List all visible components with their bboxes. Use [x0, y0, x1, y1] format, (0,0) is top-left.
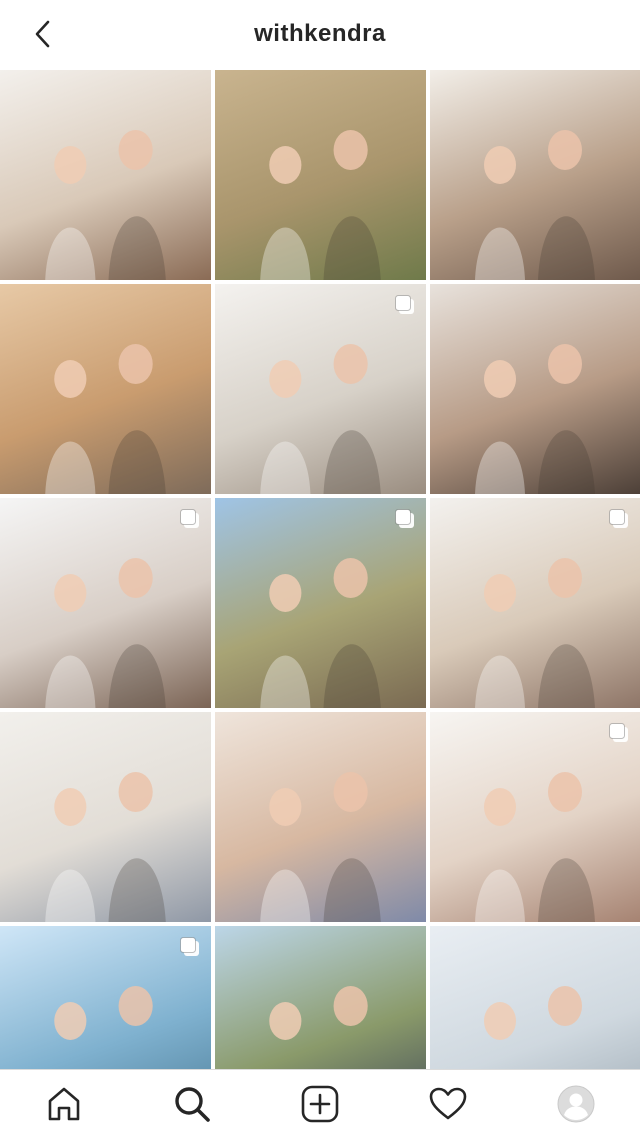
post-kitchen-counter[interactable] — [0, 498, 211, 708]
post-photo — [430, 70, 640, 280]
post-photo — [430, 284, 640, 494]
post-kids-sitting[interactable] — [430, 70, 640, 280]
app-header: withkendra — [0, 0, 640, 68]
profile-avatar-icon — [557, 1085, 595, 1123]
multiple-photos-icon — [394, 294, 416, 316]
page-title: withkendra — [254, 20, 386, 47]
post-couch-play[interactable] — [215, 284, 426, 494]
nav-home[interactable] — [32, 1072, 96, 1136]
post-photo — [0, 712, 211, 922]
post-photo — [215, 70, 426, 280]
post-family-desert[interactable] — [0, 284, 211, 494]
multiple-photos-icon — [608, 722, 630, 744]
post-hillside-run[interactable] — [215, 498, 426, 708]
post-vanity-girl[interactable] — [430, 712, 640, 922]
post-selfie-baby[interactable] — [430, 284, 640, 494]
post-baby-bed[interactable] — [0, 712, 211, 922]
post-photo — [0, 284, 211, 494]
multiple-photos-icon — [179, 508, 201, 530]
post-family-field[interactable] — [215, 70, 426, 280]
back-button[interactable] — [22, 14, 64, 54]
post-photo — [0, 70, 211, 280]
nav-profile[interactable] — [544, 1072, 608, 1136]
multiple-photos-icon — [608, 508, 630, 530]
post-grid — [0, 70, 640, 1136]
heart-icon — [429, 1087, 467, 1120]
search-icon — [175, 1087, 210, 1122]
chevron-left-icon — [35, 20, 50, 48]
multiple-photos-icon — [179, 936, 201, 958]
home-icon — [48, 1087, 80, 1121]
post-photo — [215, 712, 426, 922]
add-post-icon — [301, 1085, 339, 1123]
post-kitchen-family[interactable] — [430, 498, 640, 708]
nav-new-post[interactable] — [288, 1072, 352, 1136]
multiple-photos-icon — [394, 508, 416, 530]
bottom-nav — [0, 1069, 640, 1138]
nav-activity[interactable] — [416, 1072, 480, 1136]
post-mirror-selfie[interactable] — [215, 712, 426, 922]
nav-search[interactable] — [160, 1072, 224, 1136]
post-kitchen-mom-daughter[interactable] — [0, 70, 211, 280]
